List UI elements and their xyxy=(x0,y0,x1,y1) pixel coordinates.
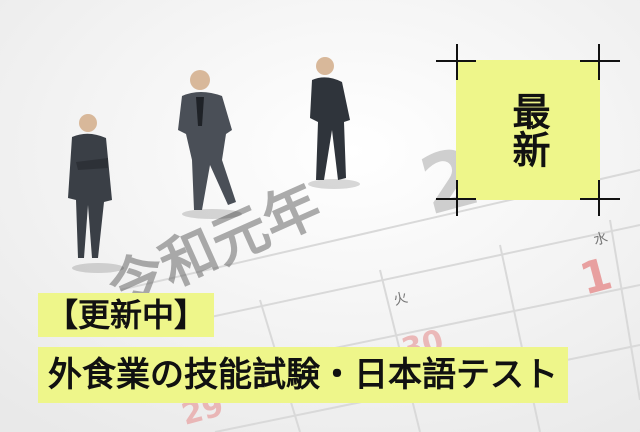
crop-mark xyxy=(456,44,458,80)
caption-status: 【更新中】 xyxy=(38,293,215,337)
hero-banner: 令和元年 2 1 29 30 火 水 最新 【更新中】 外食業の技能試験・日本語… xyxy=(0,0,640,432)
new-badge-text: 最新 xyxy=(506,92,550,168)
crop-mark xyxy=(598,44,600,80)
crop-mark xyxy=(456,180,458,216)
caption-title: 外食業の技能試験・日本語テスト xyxy=(38,347,568,403)
crop-mark xyxy=(580,198,620,200)
new-badge: 最新 xyxy=(456,60,600,200)
crop-mark xyxy=(598,180,600,216)
crop-mark xyxy=(580,60,620,62)
